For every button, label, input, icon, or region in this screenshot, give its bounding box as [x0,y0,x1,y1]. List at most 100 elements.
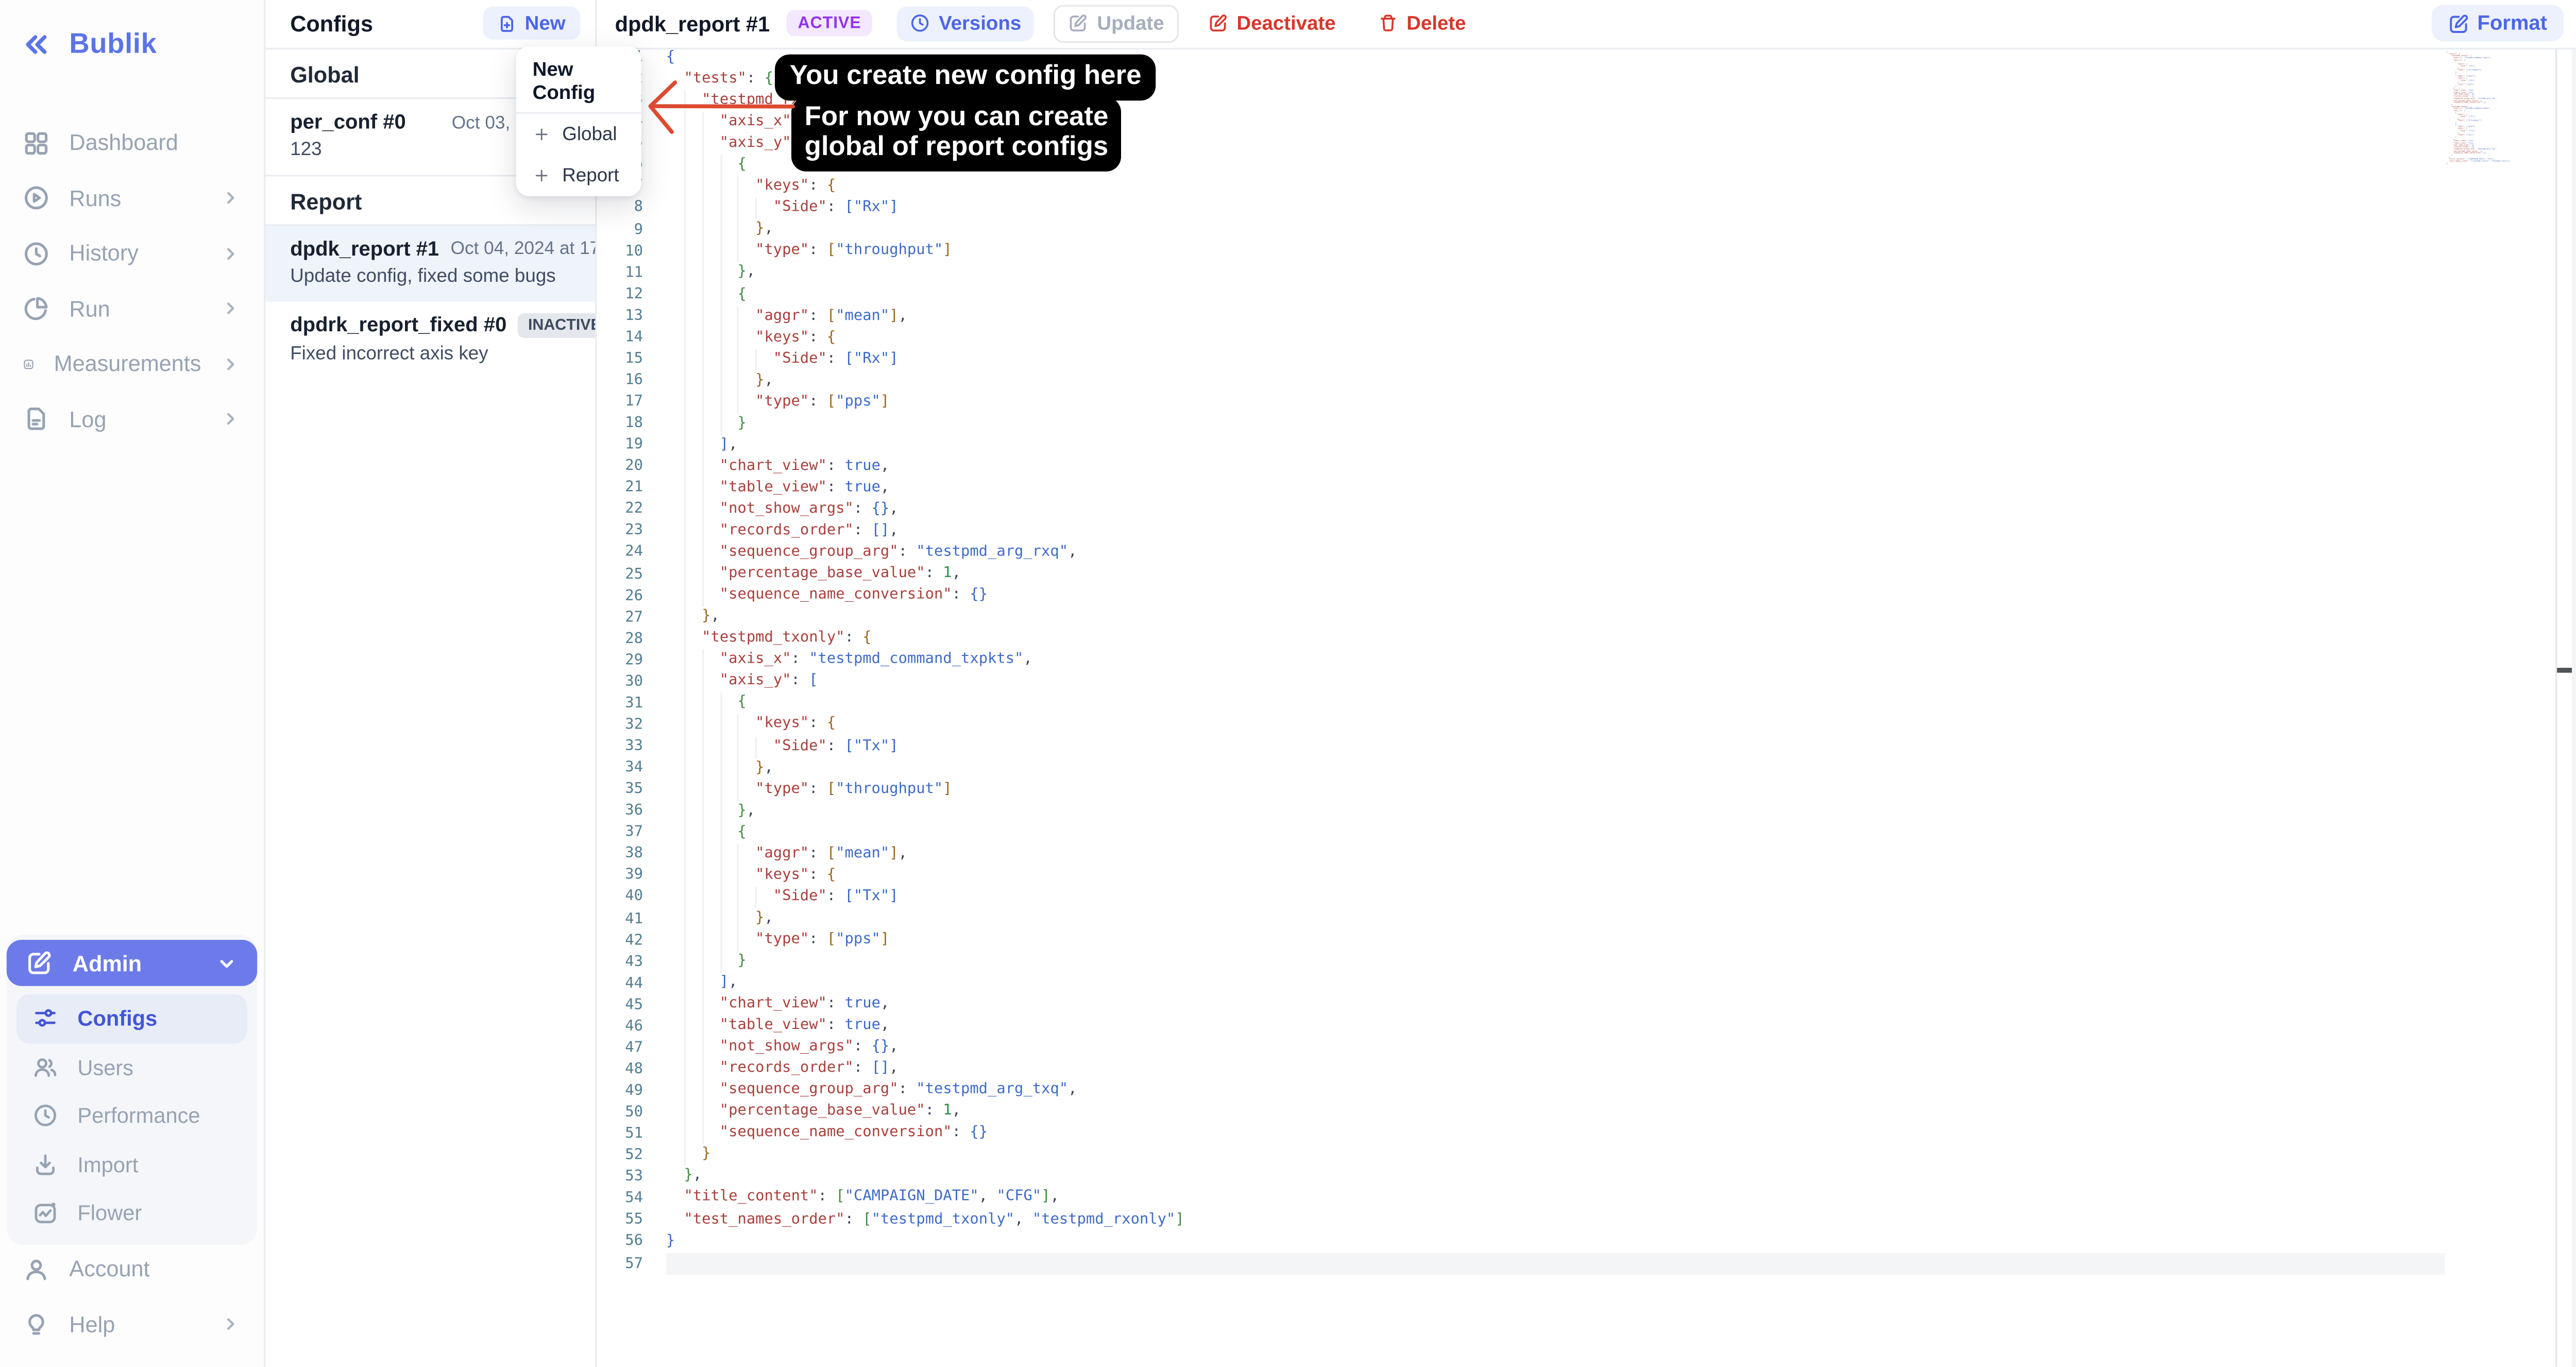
config-list-item[interactable]: dpdk_report #1Oct 04, 2024 at 17:51Updat… [264,225,595,301]
minimap-line: "testpmd_txonly": { [2447,106,2489,108]
minimap-line: "keys": { [2447,63,2489,65]
sidebar-item-runs[interactable]: Runs [0,171,264,226]
line-number: 22 [595,500,643,522]
sidebar-item-users[interactable]: Users [16,1043,247,1091]
chevron-right-icon [221,1314,241,1334]
minimap-line: "tests": { [2447,53,2489,55]
line-number: 24 [595,543,643,565]
versions-button[interactable]: Versions [897,6,1035,41]
sidebar-item-label: History [69,241,201,266]
dropdown-item-global[interactable]: Global [516,114,641,156]
sidebar-item-measurements[interactable]: Measurements [0,336,264,392]
sidebar-item-configs[interactable]: Configs [16,994,247,1043]
config-item-title: dpdrk_report_fixed #0 [290,313,506,336]
sidebar-item-log[interactable]: Log [0,392,264,447]
minimap-line: }, [2447,104,2489,106]
code-line: "keys": { [666,177,2445,198]
line-number: 42 [595,931,643,953]
update-button-disabled[interactable]: Update [1054,5,1179,43]
sidebar-item-flower[interactable]: Flower [16,1189,247,1237]
code-line: "Side": ["Rx"] [666,198,2445,220]
minimap-line: }, [2447,67,2489,70]
sidebar-item-performance[interactable]: Performance [16,1091,247,1140]
minimap-line [2447,164,2489,166]
minimap-line: "Side": ["Rx"] [2447,65,2489,67]
minimap-line: } [2447,86,2489,88]
sliders-icon [33,1006,58,1031]
sidebar-item-label: Users [77,1055,231,1079]
sidebar-item-dashboard[interactable]: Dashboard [0,115,264,171]
code-line: }, [666,908,2445,930]
code-line: }, [666,370,2445,392]
code-line: "type": ["pps"] [666,930,2445,952]
line-number: 43 [595,952,643,974]
line-number: 33 [595,737,643,758]
plus-icon [533,126,551,144]
line-number: 8 [595,198,643,220]
overview-ruler-marker [2558,667,2573,672]
line-number: 34 [595,758,643,780]
scrollbar-track[interactable] [2572,48,2576,1367]
line-number: 12 [595,285,643,307]
line-number: 41 [595,909,643,931]
format-button[interactable]: Format [2431,5,2564,41]
chevron-down-icon [216,952,238,974]
collapse-sidebar-icon[interactable] [22,30,52,60]
line-number: 45 [595,995,643,1017]
minimap-line: "sequence_group_arg": "testpmd_arg_txq", [2447,148,2489,150]
dropdown-item-report[interactable]: Report [516,156,641,197]
line-number: 28 [595,629,643,651]
sidebar-item-history[interactable]: History [0,226,264,281]
sidebar-item-import[interactable]: Import [16,1140,247,1189]
delete-button[interactable]: Delete [1365,6,1479,41]
sidebar-item-account[interactable]: Account [0,1242,264,1297]
sidebar-item-label: Help [69,1312,201,1337]
new-config-button[interactable]: New [484,7,581,40]
line-number: 54 [595,1189,643,1211]
new-config-label: New [525,12,566,35]
sidebar-item-help[interactable]: Help [0,1297,264,1352]
line-number: 15 [595,349,643,371]
code-line: "chart_view": true, [666,457,2445,478]
activity-dot-icon [33,1201,58,1225]
code-line: "Side": ["Tx"] [666,887,2445,908]
update-label: Update [1097,12,1164,35]
minimap-line: "chart_view": true, [2447,140,2489,142]
sidebar-item-run[interactable]: Run [0,281,264,336]
config-item-title: per_conf #0 [290,110,406,133]
code-line: "records_order": [], [666,521,2445,543]
users-icon [33,1055,58,1079]
line-number: 31 [595,694,643,716]
minimap-line: "aggr": ["mean"], [2447,75,2489,77]
code-line: "sequence_group_arg": "testpmd_arg_rxq", [666,543,2445,564]
code-line: { [666,156,2445,177]
json-editor[interactable]: 1234567891011121314151617181920212223242… [595,48,2576,1367]
code-line: "sequence_group_arg": "testpmd_arg_txq", [666,1081,2445,1102]
line-number: 10 [595,242,643,263]
line-number: 25 [595,565,643,586]
minimap-line: { [2447,73,2489,75]
minimap-line: "table_view": true, [2447,142,2489,144]
sidebar-item-admin[interactable]: Admin [7,940,257,986]
config-list-item[interactable]: dpdrk_report_fixed #0INACTIVEOct 04, 202… [264,301,595,378]
minimap-line: } [2447,136,2489,138]
bulb-icon [23,1311,49,1338]
logo-row: Bublik [0,0,264,89]
chevron-right-icon [221,409,241,429]
line-number: 19 [595,435,643,457]
code-line: "axis_y": [ [666,134,2445,156]
code-line: "keys": { [666,865,2445,887]
sidebar-item-label: Import [77,1152,231,1177]
line-number: 49 [595,1082,643,1103]
code-line: "percentage_base_value": 1, [666,1102,2445,1124]
line-number: 17 [595,393,643,414]
code-line: }, [666,758,2445,780]
chevron-right-icon [221,244,241,263]
deactivate-button[interactable]: Deactivate [1195,6,1349,41]
line-number: 44 [595,974,643,995]
minimap-line: "axis_x": "testpmd_command_txpkts", [2447,108,2489,110]
code-line: "percentage_base_value": 1, [666,564,2445,586]
line-number: 14 [595,328,643,349]
sidebar-item-label: Dashboard [69,131,241,156]
minimap-line: "percentage_base_value": 1, [2447,150,2489,153]
